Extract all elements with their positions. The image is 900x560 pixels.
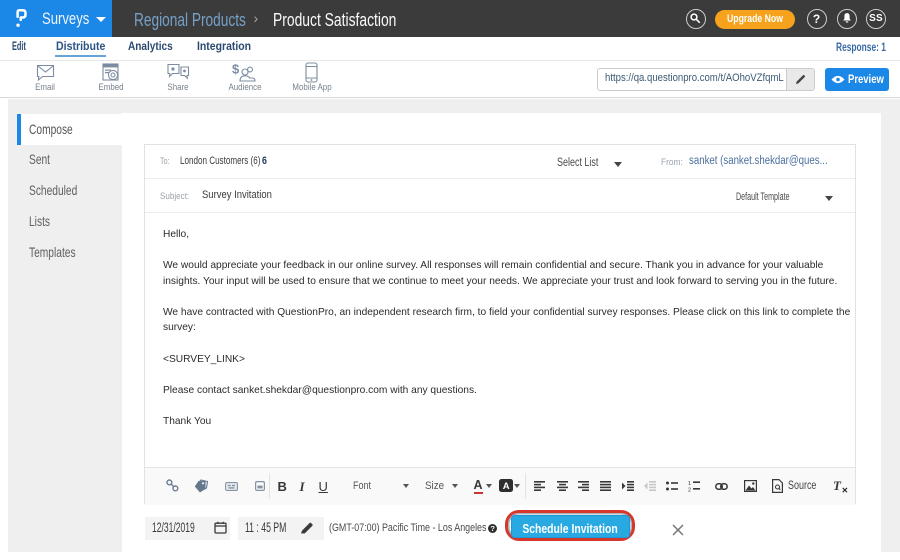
svg-text:$: $	[232, 62, 240, 77]
svg-text:2: 2	[688, 487, 691, 492]
svg-text:1: 1	[688, 481, 691, 487]
